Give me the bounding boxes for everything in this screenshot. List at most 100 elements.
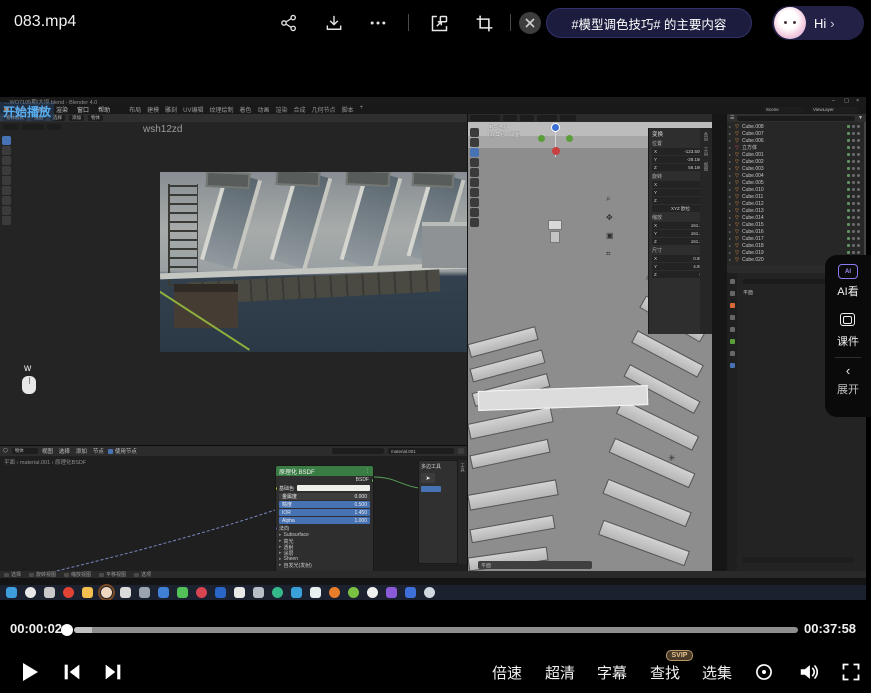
workspace-tab[interactable]: 合成 bbox=[294, 105, 306, 114]
ai-search-pill[interactable]: #模型调色技巧# 的主要内容 bbox=[546, 8, 752, 38]
speed-button[interactable]: 倍速 bbox=[492, 662, 522, 683]
viewport-nav-icons[interactable]: ⌕ ✥ ▣ ⌗ bbox=[606, 194, 614, 259]
properties-value-field[interactable] bbox=[743, 557, 853, 563]
outliner-scrollbar[interactable] bbox=[864, 122, 866, 265]
taskbar-app-icon[interactable] bbox=[386, 587, 397, 598]
camera-view-icon[interactable]: ▣ bbox=[606, 231, 614, 240]
outliner-row[interactable]: ▸▽ Cube.002 bbox=[729, 158, 862, 165]
node-value-row[interactable]: Alpha1.000 bbox=[279, 517, 370, 524]
gizmo-z-handle[interactable] bbox=[551, 123, 560, 132]
operator-field[interactable]: 平面 bbox=[478, 561, 592, 569]
outliner-row[interactable]: ▸▽ Cube.018 bbox=[729, 242, 862, 249]
fullscreen-button[interactable] bbox=[839, 660, 863, 684]
taskbar-app-icon[interactable] bbox=[120, 587, 131, 598]
outliner-search-input[interactable] bbox=[737, 116, 855, 121]
base-color-swatch[interactable] bbox=[297, 485, 370, 491]
taskbar-app-icon[interactable] bbox=[158, 587, 169, 598]
viewlayer-selector[interactable]: ViewLayer bbox=[810, 107, 858, 113]
next-button[interactable] bbox=[99, 658, 127, 686]
ai-assistant-button[interactable]: Hi › bbox=[772, 6, 864, 40]
workspace-tab[interactable]: 雕刻 bbox=[165, 105, 177, 114]
properties-tab-column[interactable] bbox=[727, 273, 737, 571]
shader-editor[interactable]: ⬡ 物体 视图选择添加节点 使用节点 material.001 平面 › mat… bbox=[0, 445, 467, 571]
npanel-tab[interactable]: 工具 bbox=[703, 147, 709, 156]
outliner-row[interactable]: ▸▽ Cube.003 bbox=[729, 165, 862, 172]
move-icon[interactable]: ✥ bbox=[606, 213, 614, 222]
outliner-row[interactable]: ▸▽ Cube.001 bbox=[729, 151, 862, 158]
close-search-button[interactable] bbox=[519, 12, 541, 34]
node-value-row[interactable]: IOR1.450 bbox=[279, 509, 370, 516]
normal-socket[interactable] bbox=[275, 526, 278, 531]
normal-row[interactable]: 法向 bbox=[276, 525, 373, 532]
grid-icon[interactable]: ⌗ bbox=[606, 249, 614, 259]
taskbar-app-icon[interactable] bbox=[253, 587, 264, 598]
chevron-left-icon[interactable]: ‹ bbox=[825, 363, 871, 378]
npanel-tab[interactable]: 视图 bbox=[703, 162, 709, 171]
taskbar-app-icon[interactable] bbox=[215, 587, 226, 598]
taskbar-app-icon[interactable] bbox=[405, 587, 416, 598]
taskbar-app-icon[interactable] bbox=[310, 587, 321, 598]
outliner-row[interactable]: ▸▽ Cube.012 bbox=[729, 200, 862, 207]
outliner-row[interactable]: ▸▽ Cube.008 bbox=[729, 123, 862, 130]
ai-watch-label[interactable]: AI看 bbox=[825, 283, 871, 299]
gizmo-y-handle-2[interactable] bbox=[566, 135, 573, 142]
taskbar-app-icon[interactable] bbox=[424, 587, 435, 598]
workspace-tab[interactable]: 渲染 bbox=[276, 105, 288, 114]
outliner-row[interactable]: ▸▽ Cube.007 bbox=[729, 130, 862, 137]
workspace-tab[interactable]: UV编辑 bbox=[183, 105, 203, 114]
taskbar-app-icon[interactable] bbox=[82, 587, 93, 598]
taskbar-app-icon[interactable] bbox=[101, 587, 112, 598]
taskbar-app-icon[interactable] bbox=[44, 587, 55, 598]
outliner-row[interactable]: ▸▽ Cube.016 bbox=[729, 228, 862, 235]
picture-in-picture-button[interactable] bbox=[427, 11, 451, 35]
seek-handle[interactable] bbox=[61, 624, 73, 636]
node-section-collapsed[interactable]: ▸自发光(发射) bbox=[279, 562, 370, 568]
outliner-row[interactable]: ▸▽ Cube.015 bbox=[729, 221, 862, 228]
outliner-row[interactable]: ▸▽ Cube.013 bbox=[729, 207, 862, 214]
node-value-row[interactable]: 糙度0.500 bbox=[279, 501, 370, 508]
more-button[interactable] bbox=[367, 12, 389, 34]
taskbar-app-icon[interactable] bbox=[177, 587, 188, 598]
menu-item[interactable]: 窗口 bbox=[77, 105, 89, 114]
workspace-tab[interactable]: 脚本 bbox=[342, 105, 354, 114]
cursor-tool-icon[interactable]: ➤ bbox=[421, 473, 435, 483]
outliner-row[interactable]: ▸▽ Cube.011 bbox=[729, 193, 862, 200]
download-button[interactable] bbox=[323, 12, 345, 34]
menu-item[interactable]: 渲染 bbox=[56, 105, 68, 114]
menu-item[interactable]: 帮助 bbox=[98, 105, 110, 114]
outliner-row[interactable]: ▸▽ Cube.017 bbox=[729, 235, 862, 242]
bsdf-output-socket[interactable] bbox=[371, 478, 374, 483]
ai-watch-icon[interactable]: AI bbox=[838, 264, 858, 279]
workspace-tab[interactable]: 几何节点 bbox=[312, 105, 336, 114]
node-header[interactable]: 原理化 BSDF ⋮ bbox=[276, 466, 373, 476]
workspace-tab[interactable]: + bbox=[360, 105, 364, 114]
taskbar-app-icon[interactable] bbox=[196, 587, 207, 598]
properties-search-input[interactable] bbox=[743, 279, 833, 284]
taskbar-app-icon[interactable] bbox=[25, 587, 36, 598]
zoom-icon[interactable]: ⌕ bbox=[606, 194, 614, 204]
workspace-tab[interactable]: 建模 bbox=[147, 105, 159, 114]
filter-icon[interactable]: ▼ bbox=[858, 115, 863, 121]
seek-bar[interactable] bbox=[74, 627, 798, 633]
shader-npanel-tabs[interactable]: 工具 bbox=[458, 460, 467, 564]
base-color-socket[interactable] bbox=[275, 486, 278, 491]
taskbar-app-icon[interactable] bbox=[234, 587, 245, 598]
node-value-row[interactable]: 金属度0.000 bbox=[279, 493, 370, 500]
taskbar-app-icon[interactable] bbox=[348, 587, 359, 598]
taskbar-app-icon[interactable] bbox=[139, 587, 150, 598]
outliner-row[interactable]: ▸▽ Cube.006 bbox=[729, 137, 862, 144]
workspace-tab[interactable]: 纹理绘制 bbox=[209, 105, 233, 114]
taskbar-app-icon[interactable] bbox=[367, 587, 378, 598]
quality-button[interactable]: 超清 bbox=[545, 662, 575, 683]
outliner-row[interactable]: ▸▽ Cube.004 bbox=[729, 172, 862, 179]
gizmo-x-handle[interactable] bbox=[552, 147, 560, 155]
courseware-icon[interactable] bbox=[840, 313, 855, 326]
disc-button[interactable] bbox=[752, 660, 776, 684]
taskbar-app-icon[interactable] bbox=[63, 587, 74, 598]
workspace-tab[interactable]: 动画 bbox=[258, 105, 270, 114]
taskbar-app-icon[interactable] bbox=[291, 587, 302, 598]
camera-viewport[interactable]: 物体模式视图选择添加物体 wsh12zd bbox=[0, 114, 467, 445]
viewport-header-item[interactable]: 添加 bbox=[69, 115, 84, 121]
principled-bsdf-node[interactable]: 原理化 BSDF ⋮ BSDF 基础色 金属度0.000 bbox=[275, 465, 374, 571]
taskbar-app-icon[interactable] bbox=[6, 587, 17, 598]
